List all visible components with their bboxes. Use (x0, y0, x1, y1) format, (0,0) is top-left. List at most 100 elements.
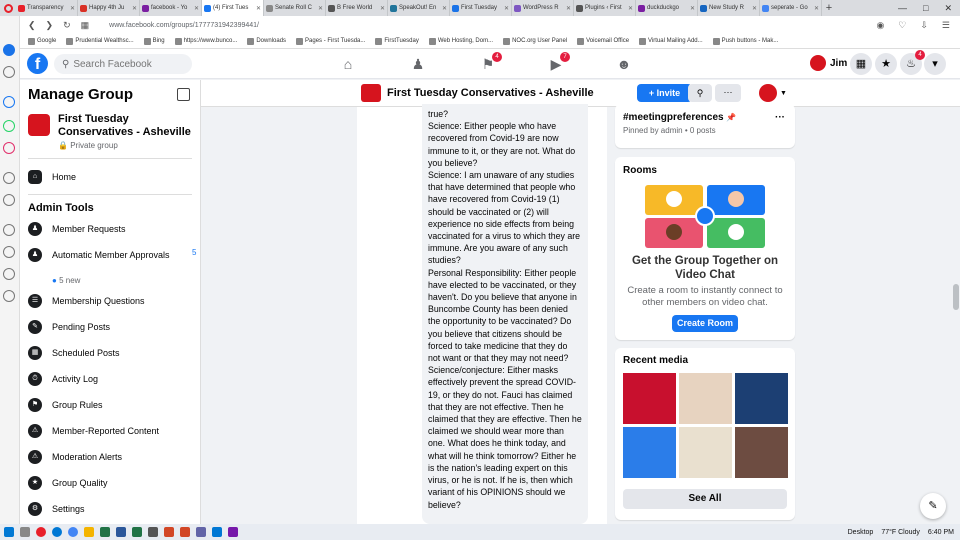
media-thumbnail[interactable] (679, 373, 732, 424)
forward-icon[interactable]: ❯ (46, 20, 54, 31)
edge-taskbar-icon[interactable] (52, 527, 62, 537)
close-tab-icon[interactable]: ✕ (194, 5, 199, 12)
close-icon[interactable]: ✕ (944, 3, 952, 14)
group-title[interactable]: First Tuesday Conservatives - Asheville (387, 87, 594, 99)
heart-icon[interactable]: ♡ (898, 20, 906, 31)
close-tab-icon[interactable]: ✕ (70, 5, 75, 12)
task-view-icon[interactable] (20, 527, 30, 537)
app-taskbar-icon[interactable] (148, 527, 158, 537)
messenger-icon[interactable] (3, 96, 15, 108)
groups-nav-icon[interactable]: ⚑ 4 (480, 52, 502, 72)
menu-automatic-member-approvals[interactable]: ♟ Automatic Member Approvals 5 (28, 248, 198, 262)
new-tab-button[interactable]: + (822, 2, 836, 14)
gaming-nav-icon[interactable]: ☻ (616, 56, 632, 72)
browser-tab[interactable]: Senate Roll C ✕ (264, 0, 326, 16)
camera-icon[interactable]: ◉ (876, 20, 884, 31)
close-tab-icon[interactable]: ✕ (752, 5, 757, 12)
acting-as-switcher[interactable]: ▼ (759, 84, 787, 102)
menu-group-quality[interactable]: ★ Group Quality (28, 476, 198, 490)
bookmark-item[interactable]: Bing (143, 37, 165, 45)
group-search-icon[interactable]: ⚲ (688, 84, 712, 102)
facebook-logo[interactable]: f (27, 53, 48, 74)
browser-tab[interactable]: WordPress R ✕ (512, 0, 574, 16)
restore-icon[interactable]: □ (923, 3, 928, 14)
menu-membership-questions[interactable]: ☰ Membership Questions (28, 294, 198, 308)
close-tab-icon[interactable]: ✕ (380, 5, 385, 12)
close-tab-icon[interactable]: ✕ (814, 5, 819, 12)
bookmark-item[interactable]: Voicemail Office (577, 37, 629, 45)
more-icon[interactable] (3, 290, 15, 302)
menu-member-reported-content[interactable]: ⚠ Member-Reported Content (28, 424, 198, 438)
bookmark-item[interactable]: Google (28, 37, 56, 45)
browser-tab[interactable]: seperate - Go ✕ (760, 0, 822, 16)
invite-button[interactable]: + Invite (637, 84, 692, 102)
close-tab-icon[interactable]: ✕ (256, 5, 261, 12)
onenote-taskbar-icon[interactable] (228, 527, 238, 537)
messenger-icon[interactable]: ★ (875, 53, 897, 75)
menu-pending-posts[interactable]: ✎ Pending Posts (28, 320, 198, 334)
clock-label[interactable]: 6:40 PM (928, 529, 954, 536)
friends-nav-icon[interactable]: ♟ (410, 56, 426, 72)
search-box[interactable]: ⚲ (54, 54, 192, 74)
clock-icon[interactable] (3, 246, 15, 258)
hashtag-link[interactable]: #meetingpreferences 📌 (623, 112, 736, 123)
whatsapp-icon[interactable] (3, 120, 15, 132)
more-options-button[interactable]: ··· (715, 84, 741, 102)
browser-tab[interactable]: First Tuesday ✕ (450, 0, 512, 16)
scrollbar[interactable] (952, 107, 960, 524)
instagram-icon[interactable] (3, 142, 15, 154)
tabs-grid-icon[interactable]: ▦ (81, 20, 90, 31)
excel-taskbar-icon[interactable] (100, 527, 110, 537)
bookmark-item[interactable]: Prudential Wealthsc... (66, 37, 134, 45)
close-tab-icon[interactable]: ✕ (690, 5, 695, 12)
create-room-button[interactable]: Create Room (672, 315, 738, 332)
url-field[interactable]: www.facebook.com/groups/1777731942399441… (109, 22, 259, 29)
menu-group-rules[interactable]: ⚑ Group Rules (28, 398, 198, 412)
more-icon[interactable]: ··· (775, 112, 785, 123)
menu-scheduled-posts[interactable]: ▦ Scheduled Posts (28, 346, 198, 360)
new-message-icon[interactable]: ✎ (920, 493, 946, 519)
history-icon[interactable] (3, 172, 15, 184)
media-thumbnail[interactable] (735, 373, 788, 424)
bookmark-item[interactable]: https://www.bunco... (174, 37, 237, 45)
menu-activity-log[interactable]: ⏱ Activity Log (28, 372, 198, 386)
browser-tab[interactable]: Happy 4th Ju ✕ (78, 0, 140, 16)
bookmark-item[interactable]: Downloads (247, 37, 286, 45)
bookmark-item[interactable]: NOC.org User Panel (503, 37, 567, 45)
browser-tab[interactable]: facebook - Yo ✕ (140, 0, 202, 16)
teams-taskbar-icon[interactable] (196, 527, 206, 537)
media-thumbnail[interactable] (679, 427, 732, 478)
account-menu-icon[interactable]: ▾ (924, 53, 946, 75)
watch-nav-icon[interactable]: ▶ 7 (548, 52, 570, 72)
close-tab-icon[interactable]: ✕ (504, 5, 509, 12)
back-icon[interactable]: ❮ (28, 20, 36, 31)
close-tab-icon[interactable]: ✕ (566, 5, 571, 12)
close-tab-icon[interactable]: ✕ (628, 5, 633, 12)
chrome-taskbar-icon[interactable] (68, 527, 78, 537)
download-icon[interactable]: ⇩ (920, 20, 928, 31)
bookmark-item[interactable]: Push buttons - Mak... (712, 37, 778, 45)
bookmark-item[interactable]: FirstTuesday (375, 37, 419, 45)
powerpoint-taskbar-icon[interactable] (164, 527, 174, 537)
minimize-icon[interactable]: — (898, 3, 907, 14)
bookmark-item[interactable]: Pages - First Tuesda... (296, 37, 365, 45)
opera-taskbar-icon[interactable] (36, 527, 46, 537)
see-all-button[interactable]: See All (623, 489, 787, 509)
sidebar-shortcut-icon[interactable] (3, 66, 15, 78)
notifications-icon[interactable]: ♨ 4 (900, 50, 925, 75)
explorer-taskbar-icon[interactable] (84, 527, 94, 537)
home-icon[interactable] (3, 44, 15, 56)
group-name[interactable]: First Tuesday Conservatives - Asheville (58, 113, 198, 139)
excel-taskbar-icon[interactable] (132, 527, 142, 537)
media-thumbnail[interactable] (623, 427, 676, 478)
browser-tab[interactable]: Transparency ✕ (16, 0, 78, 16)
settings-icon[interactable] (3, 268, 15, 280)
collapse-panel-icon[interactable] (177, 88, 190, 101)
menu-home[interactable]: ⌂ Home (28, 170, 198, 184)
menu-settings[interactable]: ⚙ Settings (28, 502, 198, 516)
search-input[interactable] (73, 58, 184, 70)
word-taskbar-icon[interactable] (116, 527, 126, 537)
group-avatar[interactable] (28, 114, 50, 136)
weather-label[interactable]: 77°F Cloudy (881, 529, 920, 536)
close-tab-icon[interactable]: ✕ (318, 5, 323, 12)
